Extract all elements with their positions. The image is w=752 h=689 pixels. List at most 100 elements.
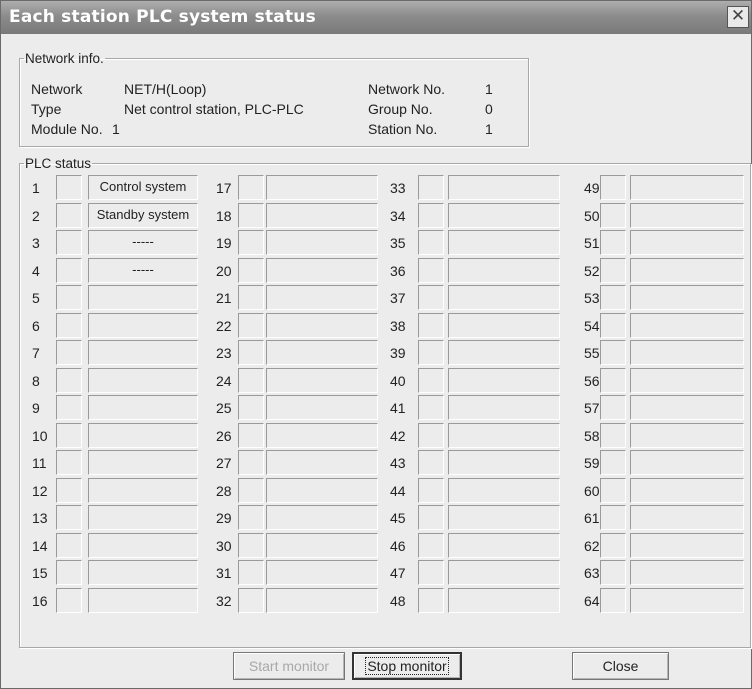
station-number: 12 [32, 482, 48, 499]
station-status [448, 560, 560, 585]
station-status [266, 395, 378, 420]
station-indicator [238, 175, 264, 200]
station-number: 15 [32, 565, 48, 581]
station-status [630, 395, 744, 420]
station-status [448, 340, 560, 365]
station-status [630, 367, 744, 393]
station-status [266, 312, 378, 338]
station-status [448, 395, 560, 420]
station-indicator [418, 532, 444, 558]
station-number: 40 [390, 372, 406, 389]
station-status: Control system [88, 175, 198, 200]
close-button[interactable]: Close [572, 652, 669, 680]
station-number: 30 [216, 537, 232, 554]
station-indicator [56, 312, 82, 338]
station-number: 23 [216, 345, 232, 361]
station-indicator [238, 340, 264, 365]
station-number: 13 [32, 510, 48, 526]
station-indicator [56, 560, 82, 585]
station-indicator [56, 175, 82, 200]
station-number: 48 [390, 592, 406, 609]
station-status [448, 450, 560, 475]
station-indicator [56, 587, 82, 613]
module-label: Module No. [31, 121, 103, 137]
station-indicator [238, 202, 264, 228]
network-value: NET/H(Loop) [124, 81, 207, 97]
station-status [448, 532, 560, 558]
station-status [630, 532, 744, 558]
station-indicator [238, 505, 264, 530]
station-status [266, 175, 378, 200]
station-indicator [418, 340, 444, 365]
station-number: 25 [216, 400, 232, 416]
station-status: Standby system [88, 202, 198, 228]
station-indicator [56, 230, 82, 255]
station-number: 4 [32, 262, 40, 279]
window-title: Each station PLC system status [9, 7, 316, 27]
station-number: 7 [32, 345, 40, 361]
start-monitor-label: Start monitor [248, 658, 330, 674]
station-indicator [238, 477, 264, 503]
station-number: 46 [390, 537, 406, 554]
station-indicator [238, 395, 264, 420]
station-status [266, 340, 378, 365]
station-status [266, 532, 378, 558]
station-indicator [418, 505, 444, 530]
station-number: 41 [390, 400, 406, 416]
station-status [266, 230, 378, 255]
station-number: 10 [32, 427, 48, 444]
station-status [630, 312, 744, 338]
station-indicator [418, 202, 444, 228]
station-status [630, 560, 744, 585]
module-value: 1 [112, 121, 120, 137]
close-icon[interactable]: ✕ [727, 6, 749, 28]
station-number: 6 [32, 317, 40, 334]
station-indicator [600, 202, 626, 228]
station-status [88, 285, 198, 310]
network-no-value: 1 [485, 81, 493, 97]
station-status [88, 450, 198, 475]
station-number: 27 [216, 455, 232, 471]
station-indicator [238, 560, 264, 585]
station-indicator [418, 395, 444, 420]
station-status [630, 285, 744, 310]
station-number: 44 [390, 482, 406, 499]
station-status [448, 367, 560, 393]
station-status [630, 257, 744, 283]
station-number: 39 [390, 345, 406, 361]
start-monitor-button[interactable]: Start monitor [233, 652, 345, 680]
station-status [88, 367, 198, 393]
station-indicator [238, 257, 264, 283]
station-indicator [238, 450, 264, 475]
group-no-label: Group No. [368, 101, 433, 117]
station-number: 19 [216, 235, 232, 251]
station-status [630, 175, 744, 200]
station-number: 34 [390, 207, 406, 224]
station-number: 33 [390, 180, 406, 196]
station-indicator [56, 202, 82, 228]
station-status [88, 340, 198, 365]
station-number: 47 [390, 565, 406, 581]
station-status [266, 587, 378, 613]
station-number: 36 [390, 262, 406, 279]
stop-monitor-label: Stop monitor [365, 657, 449, 675]
station-indicator [56, 505, 82, 530]
network-info-legend: Network info. [25, 51, 104, 66]
station-indicator [600, 450, 626, 475]
station-number: 43 [390, 455, 406, 471]
station-indicator [418, 477, 444, 503]
station-status [266, 422, 378, 448]
close-button-label: Close [602, 658, 639, 674]
station-status [266, 257, 378, 283]
stop-monitor-button[interactable]: Stop monitor [352, 652, 462, 680]
station-indicator [600, 587, 626, 613]
station-number: 17 [216, 180, 232, 196]
station-status [448, 285, 560, 310]
station-status: ----- [88, 257, 198, 283]
station-indicator [600, 175, 626, 200]
station-status [630, 450, 744, 475]
station-indicator [56, 367, 82, 393]
station-indicator [56, 395, 82, 420]
station-status [630, 587, 744, 613]
station-indicator [600, 340, 626, 365]
